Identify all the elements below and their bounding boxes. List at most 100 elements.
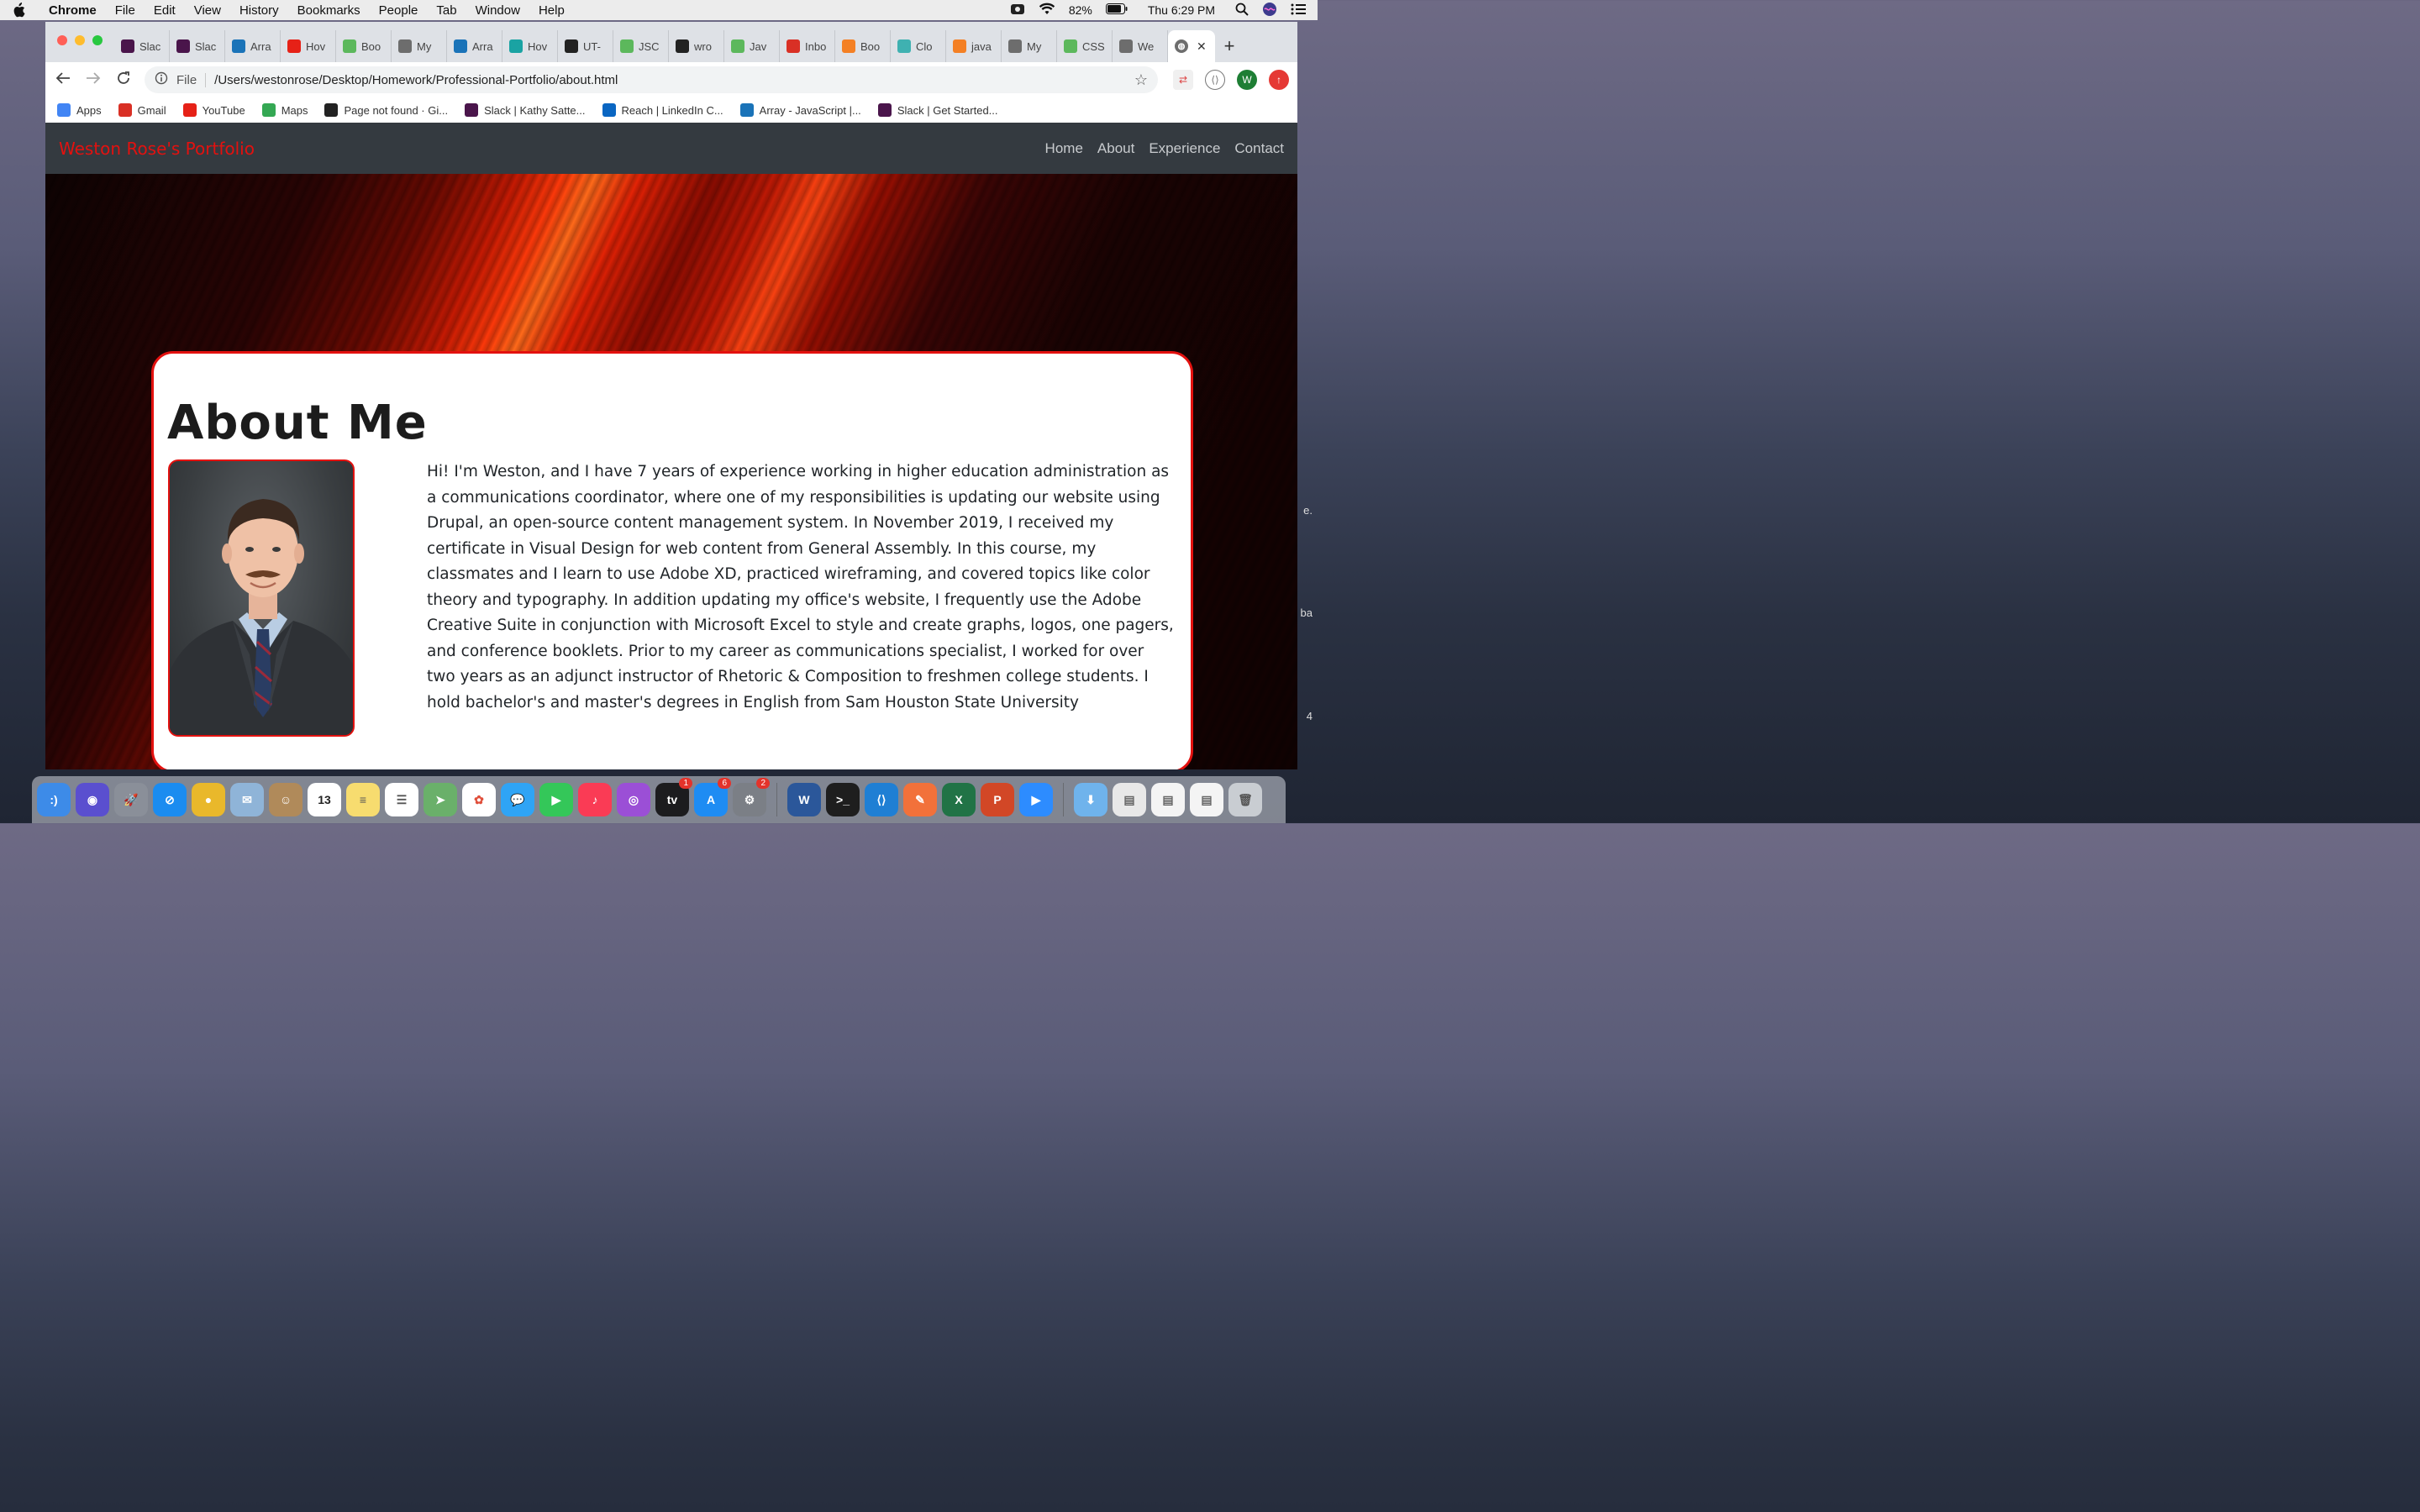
siri-icon[interactable]: ◉	[76, 783, 109, 816]
back-button[interactable]	[54, 71, 72, 89]
browser-tab[interactable]: Boo	[336, 30, 392, 62]
menu-view[interactable]: View	[194, 3, 221, 18]
close-window-button[interactable]	[57, 35, 67, 45]
music-icon[interactable]: ♪	[578, 783, 612, 816]
reload-button[interactable]	[114, 71, 133, 90]
menu-app-name[interactable]: Chrome	[49, 3, 97, 18]
menu-help[interactable]: Help	[539, 3, 565, 18]
launchpad-icon[interactable]: 🚀	[114, 783, 148, 816]
tab-active[interactable]: ◍ ✕	[1168, 30, 1215, 62]
minimize-window-button[interactable]	[75, 35, 85, 45]
extension-code-icon[interactable]: ⟨⟩	[1205, 70, 1225, 90]
battery-icon[interactable]	[1105, 3, 1128, 17]
bookmark-item[interactable]: Page not found · Gi...	[324, 103, 448, 117]
forward-button[interactable]	[84, 71, 103, 89]
terminal-icon[interactable]: >_	[826, 783, 860, 816]
excel-icon[interactable]: X	[942, 783, 976, 816]
browser-tab[interactable]: CSS	[1057, 30, 1113, 62]
browser-tab[interactable]: Hov	[281, 30, 336, 62]
bookmark-item[interactable]: Reach | LinkedIn C...	[602, 103, 723, 117]
address-url[interactable]: /Users/westonrose/Desktop/Homework/Profe…	[214, 73, 618, 87]
bookmark-item[interactable]: Slack | Get Started...	[877, 103, 998, 117]
menu-clock[interactable]: Thu 6:29 PM	[1148, 3, 1215, 17]
site-brand[interactable]: Weston Rose's Portfolio	[59, 139, 255, 159]
chrome-icon[interactable]: ●	[192, 783, 225, 816]
powerpoint-icon[interactable]: P	[981, 783, 1014, 816]
messages-icon[interactable]: 💬	[501, 783, 534, 816]
facetime-icon[interactable]: ▶	[539, 783, 573, 816]
bookmark-item[interactable]: Slack | Kathy Satte...	[465, 103, 586, 117]
app-store-icon[interactable]: A6	[694, 778, 731, 816]
nav-link-about[interactable]: About	[1097, 140, 1134, 157]
update-available-icon[interactable]: ↑	[1269, 70, 1289, 90]
new-tab-button[interactable]: +	[1215, 30, 1244, 62]
notes-icon[interactable]: ≡	[346, 783, 380, 816]
nav-link-home[interactable]: Home	[1045, 140, 1083, 157]
browser-tab[interactable]: Clo	[891, 30, 946, 62]
mail-icon[interactable]: ✉	[230, 783, 264, 816]
nav-link-experience[interactable]: Experience	[1149, 140, 1220, 157]
apple-menu-icon[interactable]	[12, 3, 27, 18]
browser-tab[interactable]: Arra	[447, 30, 502, 62]
browser-tab[interactable]: java	[946, 30, 1002, 62]
postman-icon[interactable]: ✎	[903, 783, 937, 816]
menu-history[interactable]: History	[239, 3, 279, 18]
bookmark-item[interactable]: Apps	[57, 103, 102, 117]
wifi-icon[interactable]	[1039, 3, 1055, 18]
contacts-icon[interactable]: ☺	[269, 783, 302, 816]
browser-tab[interactable]: My	[392, 30, 447, 62]
browser-tab[interactable]: We	[1113, 30, 1168, 62]
nav-link-contact[interactable]: Contact	[1234, 140, 1284, 157]
browser-tab[interactable]: Slac	[114, 30, 170, 62]
bookmark-item[interactable]: YouTube	[182, 103, 245, 117]
browser-tab[interactable]: Arra	[225, 30, 281, 62]
browser-tab[interactable]: Slac	[170, 30, 225, 62]
word-icon[interactable]: W	[787, 783, 821, 816]
maps-app-icon[interactable]: ➤	[424, 783, 457, 816]
battery-percent[interactable]: 82%	[1069, 3, 1092, 17]
trash-icon[interactable]: 🗑	[1228, 783, 1262, 816]
apple-tv-icon[interactable]: tv 1	[655, 778, 692, 816]
menu-file[interactable]: File	[115, 3, 135, 18]
info-icon[interactable]	[155, 71, 168, 88]
spotlight-search-icon[interactable]	[1235, 3, 1249, 18]
photos-icon[interactable]: ✿	[462, 783, 496, 816]
podcasts-icon[interactable]: ◎	[617, 783, 650, 816]
safari-icon[interactable]: ⊘	[153, 783, 187, 816]
recent-doc-1-icon[interactable]: ▤	[1113, 783, 1146, 816]
tab-close-icon[interactable]: ✕	[1197, 39, 1207, 54]
vscode-icon[interactable]: ⟨⟩	[865, 783, 898, 816]
menu-tab[interactable]: Tab	[436, 3, 456, 18]
browser-tab[interactable]: Inbo	[780, 30, 835, 62]
notification-center-icon[interactable]	[1291, 3, 1306, 18]
downloads-folder-icon[interactable]: ⬇	[1074, 783, 1107, 816]
calendar-icon[interactable]: 13	[308, 783, 341, 816]
menu-people[interactable]: People	[379, 3, 418, 18]
menu-bookmarks[interactable]: Bookmarks	[297, 3, 360, 18]
reminders-icon[interactable]: ☰	[385, 783, 418, 816]
bookmark-item[interactable]: Maps	[261, 103, 308, 117]
browser-tab[interactable]: Boo	[835, 30, 891, 62]
browser-tab[interactable]: JSC	[613, 30, 669, 62]
finder-icon[interactable]: :)	[37, 783, 71, 816]
siri-menu-icon[interactable]	[1262, 2, 1277, 19]
recent-doc-3-icon[interactable]: ▤	[1190, 783, 1223, 816]
bookmark-star-icon[interactable]: ☆	[1134, 71, 1148, 89]
menu-window[interactable]: Window	[476, 3, 520, 18]
system-preferences-icon[interactable]: ⚙ 2	[733, 778, 770, 816]
browser-tab[interactable]: Hov	[502, 30, 558, 62]
bookmark-item[interactable]: Gmail	[118, 103, 166, 117]
extension-translate-icon[interactable]: ⇄	[1173, 70, 1193, 90]
browser-tab[interactable]: UT-	[558, 30, 613, 62]
browser-tab[interactable]: wro	[669, 30, 724, 62]
zoom-window-button[interactable]	[92, 35, 103, 45]
screen-record-icon[interactable]	[1010, 3, 1025, 18]
bookmark-item[interactable]: Array - JavaScript |...	[739, 103, 861, 117]
browser-tab[interactable]: My	[1002, 30, 1057, 62]
address-bar[interactable]: File /Users/westonrose/Desktop/Homework/…	[145, 66, 1158, 93]
menu-edit[interactable]: Edit	[154, 3, 176, 18]
zoom-icon[interactable]: ▶	[1019, 783, 1053, 816]
profile-avatar[interactable]: W	[1237, 70, 1257, 90]
browser-tab[interactable]: Jav	[724, 30, 780, 62]
recent-doc-2-icon[interactable]: ▤	[1151, 783, 1185, 816]
